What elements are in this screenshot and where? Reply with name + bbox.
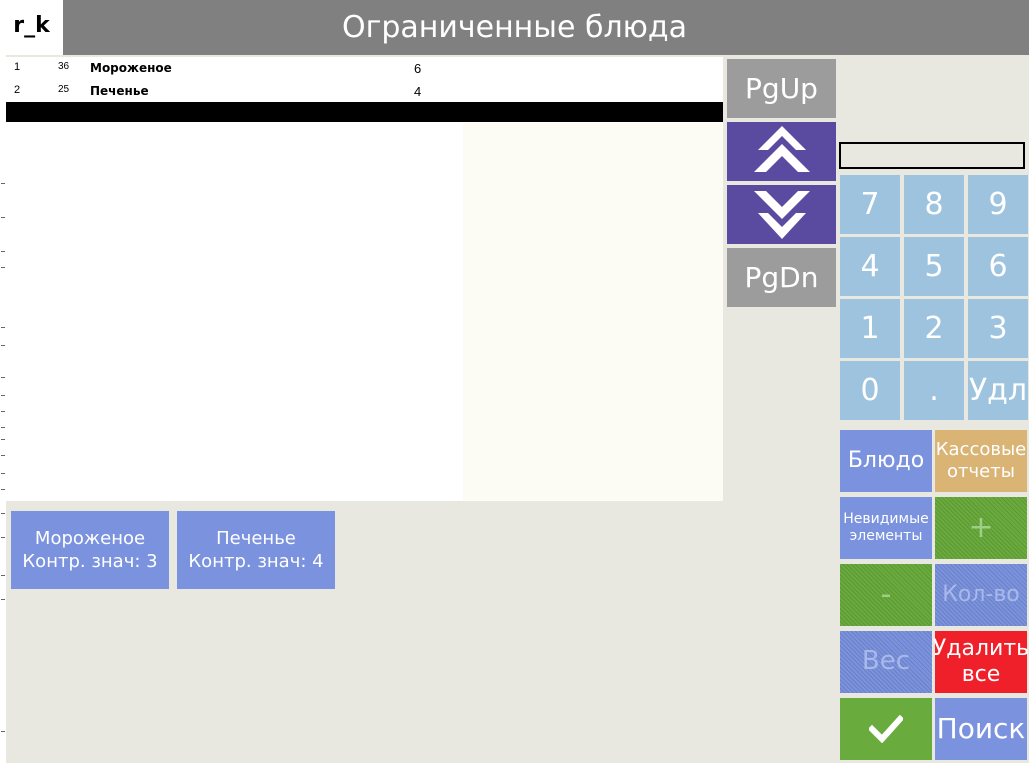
key-8[interactable]: 8: [904, 175, 964, 234]
quantity-button[interactable]: Кол-во: [935, 564, 1027, 626]
scroll-down-button[interactable]: [727, 185, 836, 244]
dish-code: 36: [58, 61, 70, 72]
delete-all-label-line2: все: [961, 662, 1001, 687]
key-7[interactable]: 7: [840, 175, 900, 234]
key-6[interactable]: 6: [968, 237, 1028, 296]
order-list-empty-area: [463, 123, 723, 501]
double-chevron-up-icon: [753, 126, 810, 172]
dish-name: Мороженое: [90, 61, 172, 75]
row-number: 1: [14, 61, 21, 73]
order-row[interactable]: 1 36 Мороженое 6: [6, 57, 723, 79]
restriction-item[interactable]: Мороженое Контр. знач: 3: [11, 511, 169, 589]
dish-quantity: 6: [414, 61, 422, 76]
confirm-button[interactable]: [840, 698, 932, 760]
restriction-limit: Контр. знач: 4: [188, 551, 324, 572]
dish-code: 25: [58, 84, 70, 95]
dish-button[interactable]: Блюдо: [840, 430, 932, 492]
page-title: Ограниченные блюда: [341, 10, 688, 45]
key-3[interactable]: 3: [968, 299, 1028, 358]
key-4[interactable]: 4: [840, 237, 900, 296]
key-delete[interactable]: Удл: [968, 361, 1028, 420]
search-button[interactable]: Поиск: [935, 698, 1027, 760]
display-area: [838, 57, 1028, 141]
scroll-up-button[interactable]: [727, 122, 836, 181]
hidden-elements-button[interactable]: Невидимые элементы: [840, 497, 932, 559]
delete-all-label-line1: Удалить: [932, 635, 1029, 661]
hidden-elements-label-line2: элементы: [849, 528, 923, 544]
dish-name: Печенье: [90, 84, 149, 98]
double-chevron-down-icon: [753, 191, 810, 239]
key-1[interactable]: 1: [840, 299, 900, 358]
key-5[interactable]: 5: [904, 237, 964, 296]
entry-field[interactable]: [839, 142, 1025, 169]
selected-row[interactable]: [6, 102, 723, 122]
order-row[interactable]: 2 25 Печенье 4: [6, 80, 723, 102]
restriction-item[interactable]: Печенье Контр. знач: 4: [177, 511, 335, 589]
key-dot[interactable]: .: [904, 361, 964, 420]
minus-button[interactable]: -: [840, 564, 932, 626]
restriction-dish-name: Печенье: [216, 527, 296, 549]
cash-reports-label-line2: отчеты: [947, 461, 1015, 482]
restriction-dish-name: Мороженое: [34, 527, 146, 549]
cash-reports-label-line1: Кассовые: [935, 439, 1027, 461]
delete-all-button[interactable]: Удалить все: [932, 631, 1029, 693]
restriction-limit: Контр. знач: 3: [22, 551, 158, 572]
plus-button[interactable]: +: [935, 497, 1027, 559]
row-number: 2: [14, 84, 21, 96]
key-2[interactable]: 2: [904, 299, 964, 358]
page-up-button[interactable]: PgUp: [727, 59, 836, 118]
weight-button[interactable]: Вес: [840, 631, 932, 693]
user-tab[interactable]: r_k: [0, 0, 63, 55]
checkmark-icon: [869, 715, 903, 743]
dish-quantity: 4: [414, 84, 422, 99]
page-down-button[interactable]: PgDn: [727, 248, 836, 307]
key-9[interactable]: 9: [968, 175, 1028, 234]
cash-reports-button[interactable]: Кассовые отчеты: [935, 430, 1027, 492]
order-list[interactable]: 1 36 Мороженое 6 2 25 Печенье 4: [6, 57, 723, 501]
key-0[interactable]: 0: [840, 361, 900, 420]
title-bar: Ограниченные блюда r_k: [0, 0, 1029, 55]
hidden-elements-label-line1: Невидимые: [843, 511, 929, 528]
